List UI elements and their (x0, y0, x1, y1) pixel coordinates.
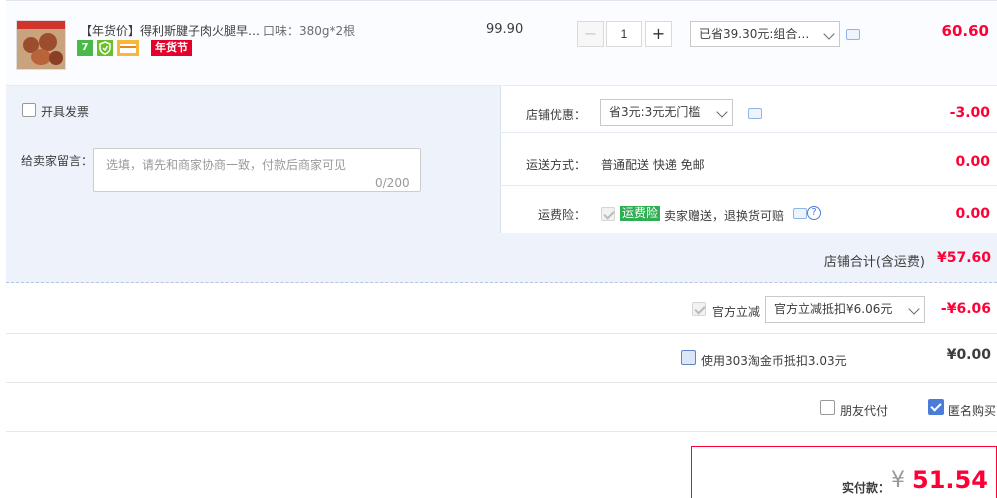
anonymous-purchase-checkbox[interactable] (928, 399, 944, 415)
item-promotion-value: 已省39.30元:组合… (699, 27, 810, 41)
chevron-down-icon (823, 28, 835, 40)
message-icon[interactable] (748, 108, 762, 119)
shop-discount-value: 省3元:3元无门槛 (609, 105, 701, 119)
quantity-input[interactable] (606, 21, 642, 47)
guarantee-icon[interactable] (97, 40, 113, 56)
insurance-amount: 0.00 (955, 206, 990, 222)
official-discount-checkbox[interactable] (692, 302, 706, 316)
message-icon[interactable] (846, 29, 860, 40)
chevron-down-icon (908, 303, 920, 315)
official-discount-select[interactable]: 官方立减抵扣¥6.06元 (765, 296, 925, 323)
payment-currency: ¥ (891, 468, 905, 493)
memo-char-count: 0/200 (375, 176, 410, 190)
official-discount-label: 官方立减 (712, 305, 761, 319)
insurance-badge: 运费险 (620, 206, 661, 221)
insurance-label: 运费险： (538, 208, 587, 222)
shipping-method: 普通配送 快递 免邮 (601, 158, 705, 172)
friend-pay-label: 朋友代付 (840, 404, 889, 418)
item-subtotal: 60.60 (941, 22, 989, 40)
invoice-label: 开具发票 (41, 105, 90, 119)
shipping-label: 运送方式： (526, 158, 587, 172)
shop-total-label: 店铺合计(含运费) (823, 255, 925, 270)
invoice-checkbox[interactable] (22, 103, 36, 117)
card-icon[interactable] (117, 40, 139, 56)
insurance-text: 卖家赠送，退换货可赔 (664, 209, 785, 223)
shop-discount-select[interactable]: 省3元:3元无门槛 (600, 99, 733, 126)
shop-discount-amount: -3.00 (949, 105, 990, 121)
seven-day-return-icon[interactable]: 7 (77, 40, 93, 56)
official-discount-value: 官方立减抵扣¥6.06元 (774, 302, 893, 316)
item-promotion-select[interactable]: 已省39.30元:组合… (690, 21, 840, 47)
chevron-down-icon (716, 106, 728, 118)
unit-price: 99.90 (486, 22, 524, 37)
product-thumbnail[interactable] (16, 20, 66, 70)
quantity-increase-button[interactable]: + (645, 21, 672, 47)
official-discount-amount: -¥6.06 (940, 301, 991, 317)
festival-badge: 年货节 (151, 40, 192, 56)
coin-deduct-label: 使用303淘金币抵扣3.03元 (701, 354, 847, 368)
memo-placeholder: 选填，请先和商家协商一致，付款后商家可见 (106, 158, 347, 172)
payment-total: 51.54 (912, 466, 988, 494)
help-icon[interactable]: ? (807, 206, 821, 220)
coin-deduct-checkbox[interactable] (681, 350, 696, 365)
quantity-decrease-button[interactable]: − (577, 21, 604, 47)
coin-deduct-amount: ¥0.00 (946, 347, 991, 363)
insurance-checkbox[interactable] (601, 207, 615, 221)
payment-label: 实付款： (842, 481, 891, 495)
message-icon[interactable] (793, 208, 807, 219)
shipping-amount: 0.00 (955, 154, 990, 170)
memo-label: 给卖家留言： (21, 154, 94, 168)
friend-pay-checkbox[interactable] (820, 400, 835, 415)
anonymous-purchase-label: 匿名购买 (948, 404, 997, 418)
product-title-link[interactable]: 【年货价】得利斯腱子肉火腿早… (80, 22, 260, 39)
shop-total-value: ¥57.60 (936, 250, 991, 266)
shop-discount-label: 店铺优惠： (526, 108, 587, 122)
product-spec: 口味：380g*2根 (263, 24, 356, 38)
